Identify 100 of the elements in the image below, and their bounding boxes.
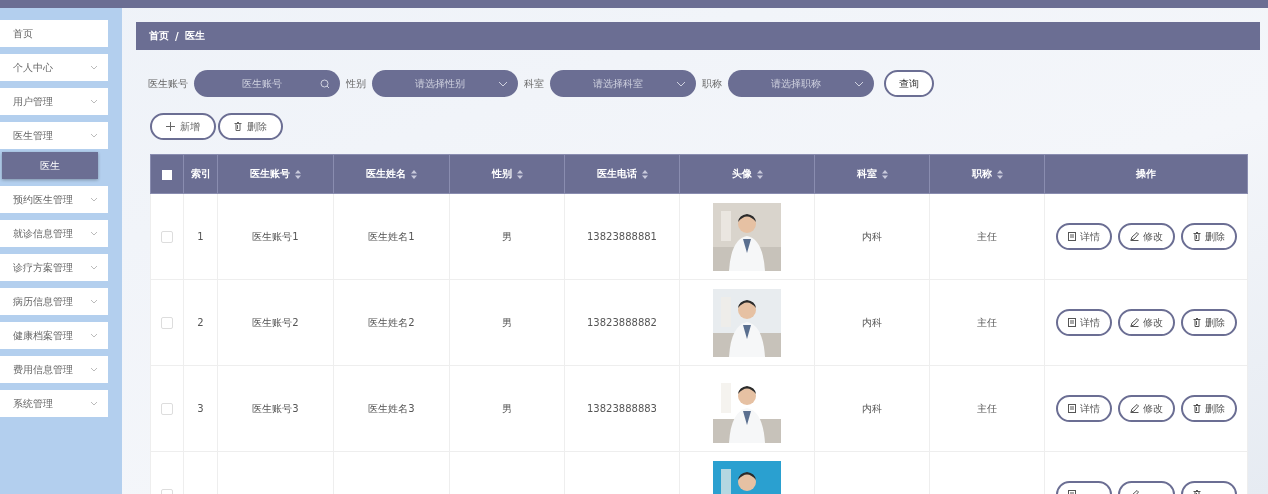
submenu-item[interactable]: 医生 — [2, 152, 98, 179]
breadcrumb-link[interactable]: 首页 — [149, 29, 169, 43]
delete-button[interactable]: 删除 — [218, 113, 283, 140]
detail-button[interactable]: 详情 — [1055, 395, 1112, 422]
document-icon — [1067, 232, 1076, 241]
menu-item[interactable]: 健康档案管理 — [0, 322, 108, 349]
table-cell: 1 — [183, 193, 218, 280]
edit-button[interactable]: 修改 — [1117, 395, 1175, 422]
trash-icon — [1192, 232, 1201, 241]
table-cell: 医生账号2 — [217, 279, 334, 366]
sort-icon — [411, 169, 417, 179]
search-field[interactable]: 医生账号 — [194, 70, 340, 97]
column-header[interactable]: 头像 — [679, 154, 815, 194]
chevron-down-icon — [90, 299, 98, 304]
chevron-down-icon — [498, 80, 508, 87]
trash-icon — [1192, 404, 1201, 413]
checkbox[interactable] — [162, 169, 172, 180]
chevron-down-icon — [90, 401, 98, 406]
pencil-icon — [1129, 232, 1139, 241]
menu-item[interactable]: 首页 — [0, 20, 108, 47]
table-cell: 3 — [183, 365, 218, 452]
table-cell: 内科 — [814, 365, 930, 452]
query-button[interactable]: 查询 — [884, 70, 934, 97]
chevron-down-icon — [90, 197, 98, 202]
chevron-down-icon — [854, 80, 864, 87]
checkbox[interactable] — [161, 402, 173, 415]
trash-icon — [234, 122, 242, 131]
table-cell: 13823888881 — [564, 193, 680, 280]
table-cell: 医生姓名3 — [333, 365, 450, 452]
delete-button[interactable]: 删除 — [1180, 395, 1237, 422]
add-button[interactable]: 新增 — [150, 113, 216, 140]
select-field[interactable]: 请选择性别 — [372, 70, 518, 97]
trash-icon — [1192, 318, 1201, 327]
menu-item[interactable]: 诊疗方案管理 — [0, 254, 108, 281]
menu-item[interactable]: 病历信息管理 — [0, 288, 108, 315]
detail-button[interactable]: 详情 — [1055, 223, 1112, 250]
table-cell: 医生姓名1 — [333, 193, 450, 280]
table-cell: 医生账号1 — [217, 193, 334, 280]
filter-label: 职称 — [702, 76, 722, 91]
chevron-down-icon — [90, 133, 98, 138]
table-cell: 男 — [449, 193, 565, 280]
document-icon — [1067, 318, 1076, 327]
table-cell: 主任 — [929, 365, 1045, 452]
column-header[interactable]: 医生姓名 — [333, 154, 450, 194]
table-cell: 主任 — [929, 279, 1045, 366]
column-header[interactable]: 性别 — [449, 154, 565, 194]
column-header[interactable]: 索引 — [183, 154, 218, 194]
menu-item[interactable]: 预约医生管理 — [0, 186, 108, 213]
table-cell: 内科 — [814, 193, 930, 280]
chevron-down-icon — [90, 65, 98, 70]
chevron-down-icon — [90, 367, 98, 372]
menu-item[interactable]: 费用信息管理 — [0, 356, 108, 383]
table-cell: 13823888883 — [564, 365, 680, 452]
table-cell: 医生姓名2 — [333, 279, 450, 366]
sort-icon — [881, 169, 888, 179]
filter-label: 医生账号 — [148, 76, 188, 91]
table-cell: 男 — [449, 279, 565, 366]
breadcrumb-separator: / — [175, 30, 179, 42]
select-field[interactable]: 请选择职称 — [728, 70, 874, 97]
filter-label: 性别 — [346, 76, 366, 91]
chevron-down-icon — [90, 333, 98, 338]
edit-button[interactable]: 修改 — [1117, 223, 1175, 250]
column-header[interactable]: 操作 — [1044, 154, 1248, 194]
sort-icon — [295, 169, 301, 179]
chevron-down-icon — [90, 231, 98, 236]
checkbox[interactable] — [161, 316, 173, 329]
menu-item[interactable]: 用户管理 — [0, 88, 108, 115]
breadcrumb-link[interactable]: 医生 — [184, 29, 205, 43]
column-header[interactable]: 职称 — [929, 154, 1045, 194]
delete-button[interactable]: 删除 — [1180, 223, 1237, 250]
sort-icon — [996, 169, 1003, 179]
table-cell: 内科 — [814, 279, 930, 366]
column-header[interactable]: 科室 — [814, 154, 930, 194]
table-cell: 医生账号3 — [217, 365, 334, 452]
menu-item[interactable]: 就诊信息管理 — [0, 220, 108, 247]
menu-item[interactable]: 系统管理 — [0, 390, 108, 417]
search-icon — [320, 78, 330, 89]
table-cell: 13823888882 — [564, 279, 680, 366]
column-header[interactable]: 医生电话 — [564, 154, 680, 194]
detail-button[interactable]: 详情 — [1055, 309, 1112, 336]
document-icon — [1067, 404, 1076, 413]
chevron-down-icon — [676, 80, 686, 87]
menu-item[interactable]: 个人中心 — [0, 54, 108, 81]
sort-icon — [756, 169, 763, 179]
pencil-icon — [1129, 404, 1139, 413]
table-cell: 男 — [449, 365, 565, 452]
checkbox[interactable] — [161, 230, 173, 243]
edit-button[interactable]: 修改 — [1117, 309, 1175, 336]
select-field[interactable]: 请选择科室 — [550, 70, 696, 97]
table-cell: 2 — [183, 279, 218, 366]
menu-item[interactable]: 医生管理 — [0, 122, 108, 149]
filter-label: 科室 — [524, 76, 544, 91]
table-cell: 主任 — [929, 193, 1045, 280]
sort-icon — [516, 169, 523, 179]
column-header[interactable]: 医生账号 — [217, 154, 334, 194]
chevron-down-icon — [90, 99, 98, 104]
plus-icon — [166, 122, 175, 131]
delete-button[interactable]: 删除 — [1180, 309, 1237, 336]
sort-icon — [641, 169, 648, 179]
chevron-down-icon — [90, 265, 98, 270]
